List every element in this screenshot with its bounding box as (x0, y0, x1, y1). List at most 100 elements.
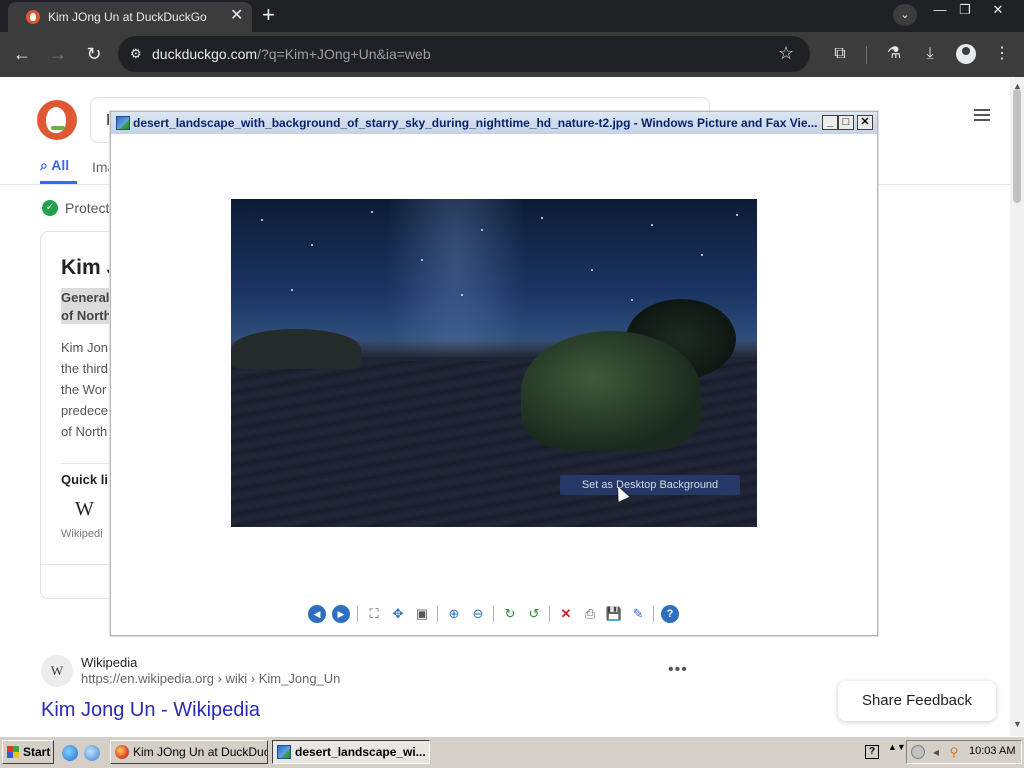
taskbar-button-browser[interactable]: Kim JOng Un at DuckDuc... (110, 740, 268, 764)
picture-viewer-window: desert_landscape_with_background_of_star… (110, 111, 878, 636)
quick-links-heading: Quick li (61, 472, 108, 487)
tab-all-label: All (51, 157, 70, 173)
viewer-titlebar[interactable]: desert_landscape_with_background_of_star… (111, 112, 877, 134)
scroll-down-icon[interactable]: ▼ (1013, 719, 1022, 729)
new-tab-button[interactable]: + (262, 3, 275, 27)
actual-size-icon[interactable]: ✥ (389, 605, 407, 623)
reload-button[interactable]: ↻ (82, 42, 106, 66)
volume-icon[interactable]: ◂ (929, 745, 943, 759)
taskbar-button-label: Kim JOng Un at DuckDuc... (133, 745, 268, 759)
edit-image-icon[interactable]: ✎ (629, 605, 647, 623)
help-tray-icon[interactable]: ? (865, 745, 879, 759)
tab-search-button[interactable]: ⌄ (893, 4, 917, 26)
address-url[interactable]: duckduckgo.com/?q=Kim+JOng+Un&ia=web (152, 46, 431, 62)
star (736, 214, 738, 216)
tab-close-icon[interactable]: ✕ (230, 7, 243, 25)
distant-shrubs (231, 329, 361, 369)
taskbar-button-picture-viewer[interactable]: desert_landscape_wi... (272, 740, 430, 764)
wikipedia-icon[interactable]: W (75, 498, 94, 521)
taskbar-button-label: desert_landscape_wi... (295, 745, 426, 759)
duckduckgo-logo[interactable] (37, 100, 77, 140)
star (371, 211, 373, 213)
result-site-name[interactable]: Wikipedia (81, 655, 137, 670)
result-more-icon[interactable]: ••• (668, 661, 688, 679)
set-desktop-background-tooltip[interactable]: Set as Desktop Background (560, 475, 740, 495)
star (591, 269, 593, 271)
result-title-link[interactable]: Kim Jong Un - Wikipedia (41, 699, 260, 722)
slideshow-icon[interactable]: ▣ (413, 605, 431, 623)
network-icon[interactable] (911, 745, 925, 759)
hamburger-menu-icon[interactable] (974, 109, 990, 121)
chrome-icon (115, 745, 129, 759)
viewer-maximize-button[interactable]: □ (838, 115, 854, 130)
tray-expand-arrows-icon[interactable]: ▲▼ (888, 743, 906, 752)
show-desktop-icon[interactable] (84, 745, 100, 761)
rotate-clockwise-icon[interactable]: ↻ (501, 605, 519, 623)
kp-text-line: of North (61, 424, 108, 439)
bookmark-star-icon[interactable]: ☆ (778, 43, 794, 63)
browser-menu-icon[interactable]: ⋮ (990, 42, 1014, 66)
browser-tab[interactable]: Kim JOng Un at DuckDuckGo ✕ (8, 2, 252, 32)
next-image-icon[interactable]: ▶ (332, 605, 350, 623)
protection-status[interactable]: Protect (65, 200, 109, 216)
duckduckgo-favicon-icon (26, 10, 40, 24)
downloads-icon[interactable]: ⤓ (918, 42, 942, 66)
toolbar-separator (437, 606, 438, 622)
window-restore-button[interactable]: ❐ (956, 2, 974, 20)
toolbar-separator (653, 606, 654, 622)
windows-logo-icon (7, 746, 19, 758)
print-icon[interactable]: ⎙ (581, 605, 599, 623)
window-close-button[interactable]: ✕ (988, 2, 1008, 20)
toolbar-separator (493, 606, 494, 622)
labs-flask-icon[interactable]: ⚗ (882, 42, 906, 66)
desert-bush (521, 331, 701, 451)
viewer-close-button[interactable]: ✕ (857, 115, 873, 130)
back-button[interactable]: ← (10, 42, 34, 66)
address-bar[interactable]: ⚙ duckduckgo.com/?q=Kim+JOng+Un&ia=web ☆ (118, 36, 810, 72)
best-fit-icon[interactable]: ⛶ (365, 605, 383, 623)
site-info-icon[interactable]: ⚙ (130, 46, 146, 62)
star (481, 229, 483, 231)
wikipedia-link[interactable]: Wikipedi (61, 528, 103, 540)
zoom-in-icon[interactable]: ⊕ (445, 605, 463, 623)
rotate-counterclockwise-icon[interactable]: ↺ (525, 605, 543, 623)
desert-starry-sky-photo: Set as Desktop Background (231, 199, 757, 527)
url-path: /?q=Kim+JOng+Un&ia=web (257, 46, 431, 62)
url-host: duckduckgo.com (152, 46, 258, 62)
taskbar-clock[interactable]: 10:03 AM (969, 745, 1015, 757)
picture-viewer-icon (277, 745, 291, 759)
knowledge-panel-subtitle-2: of North (61, 308, 112, 323)
browser-toolbar: ← → ↻ ⚙ duckduckgo.com/?q=Kim+JOng+Un&ia… (0, 32, 1024, 77)
windows-taskbar: Start Kim JOng Un at DuckDuc... desert_l… (0, 736, 1024, 768)
extensions-icon[interactable]: ⧉ (828, 42, 852, 66)
profile-avatar-icon[interactable] (956, 44, 976, 64)
system-tray: ◂ ⚲ 10:03 AM (906, 740, 1022, 764)
picture-viewer-app-icon[interactable] (116, 116, 130, 130)
search-tray-icon[interactable]: ⚲ (947, 745, 961, 759)
tab-all[interactable]: ⌕ All (40, 157, 69, 174)
star (261, 219, 263, 221)
help-icon[interactable]: ? (661, 605, 679, 623)
star (421, 259, 423, 261)
start-button[interactable]: Start (2, 740, 54, 764)
save-icon[interactable]: 💾 (605, 605, 623, 623)
internet-explorer-icon[interactable] (62, 745, 78, 761)
star (631, 299, 633, 301)
tab-title: Kim JOng Un at DuckDuckGo (48, 10, 207, 24)
kp-text-line: predece (61, 403, 108, 418)
viewer-minimize-button[interactable]: _ (822, 115, 838, 130)
window-minimize-button[interactable]: — (930, 2, 950, 20)
scroll-thumb[interactable] (1013, 89, 1021, 203)
result-url[interactable]: https://en.wikipedia.org › wiki › Kim_Jo… (81, 671, 340, 686)
previous-image-icon[interactable]: ◀ (308, 605, 326, 623)
forward-button[interactable]: → (46, 42, 70, 66)
kp-text-line: the third (61, 361, 108, 376)
browser-tab-strip: Kim JOng Un at DuckDuckGo ✕ + ⌄ — ❐ ✕ (0, 0, 1024, 32)
share-feedback-button[interactable]: Share Feedback (838, 681, 996, 721)
knowledge-panel-subtitle-1: General (61, 290, 110, 305)
star (541, 217, 543, 219)
zoom-out-icon[interactable]: ⊖ (469, 605, 487, 623)
page-scrollbar[interactable]: ▲ ▼ (1010, 77, 1024, 736)
toolbar-separator (549, 606, 550, 622)
delete-icon[interactable]: ✕ (557, 605, 575, 623)
